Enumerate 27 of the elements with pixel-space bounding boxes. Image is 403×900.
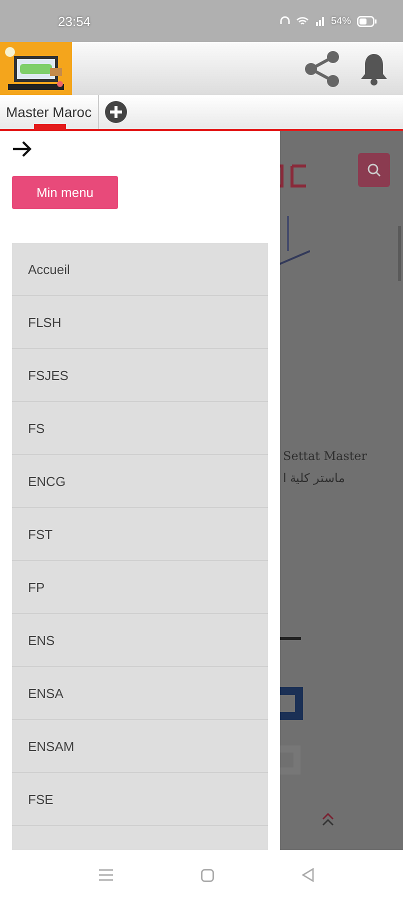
- bell-icon[interactable]: [359, 52, 389, 86]
- scroll-top-icon[interactable]: [322, 813, 334, 827]
- menu-item[interactable]: FLSH: [12, 296, 268, 349]
- clock: 23:54: [58, 14, 91, 28]
- menu-item[interactable]: FS: [12, 402, 268, 455]
- menu-item[interactable]: ENCG: [12, 455, 268, 508]
- menu-item[interactable]: ENSA: [12, 667, 268, 720]
- menu-item[interactable]: ENSAM: [12, 720, 268, 773]
- menu-item[interactable]: FST: [12, 508, 268, 561]
- battery-icon: [357, 16, 377, 26]
- page-text: ماستر كلية ا: [283, 471, 346, 485]
- menu-item[interactable]: FSJES: [12, 349, 268, 402]
- share-icon[interactable]: [303, 50, 341, 88]
- headphones-icon: [280, 16, 290, 26]
- menu-item[interactable]: FSE: [12, 773, 268, 826]
- page-text: Settat Master: [283, 449, 368, 463]
- arrow-right-icon[interactable]: [12, 141, 32, 157]
- add-icon[interactable]: [104, 101, 127, 123]
- menu-item[interactable]: Accueil: [12, 243, 268, 296]
- battery-level: 54%: [330, 16, 351, 26]
- signal-icon: [314, 16, 325, 26]
- search-button[interactable]: [358, 153, 390, 187]
- menu-item[interactable]: FP: [12, 561, 268, 614]
- menu-item[interactable]: ENS: [12, 614, 268, 667]
- menu-button[interactable]: Min menu: [12, 176, 118, 209]
- wifi-icon: [296, 16, 309, 26]
- search-icon: [367, 163, 381, 177]
